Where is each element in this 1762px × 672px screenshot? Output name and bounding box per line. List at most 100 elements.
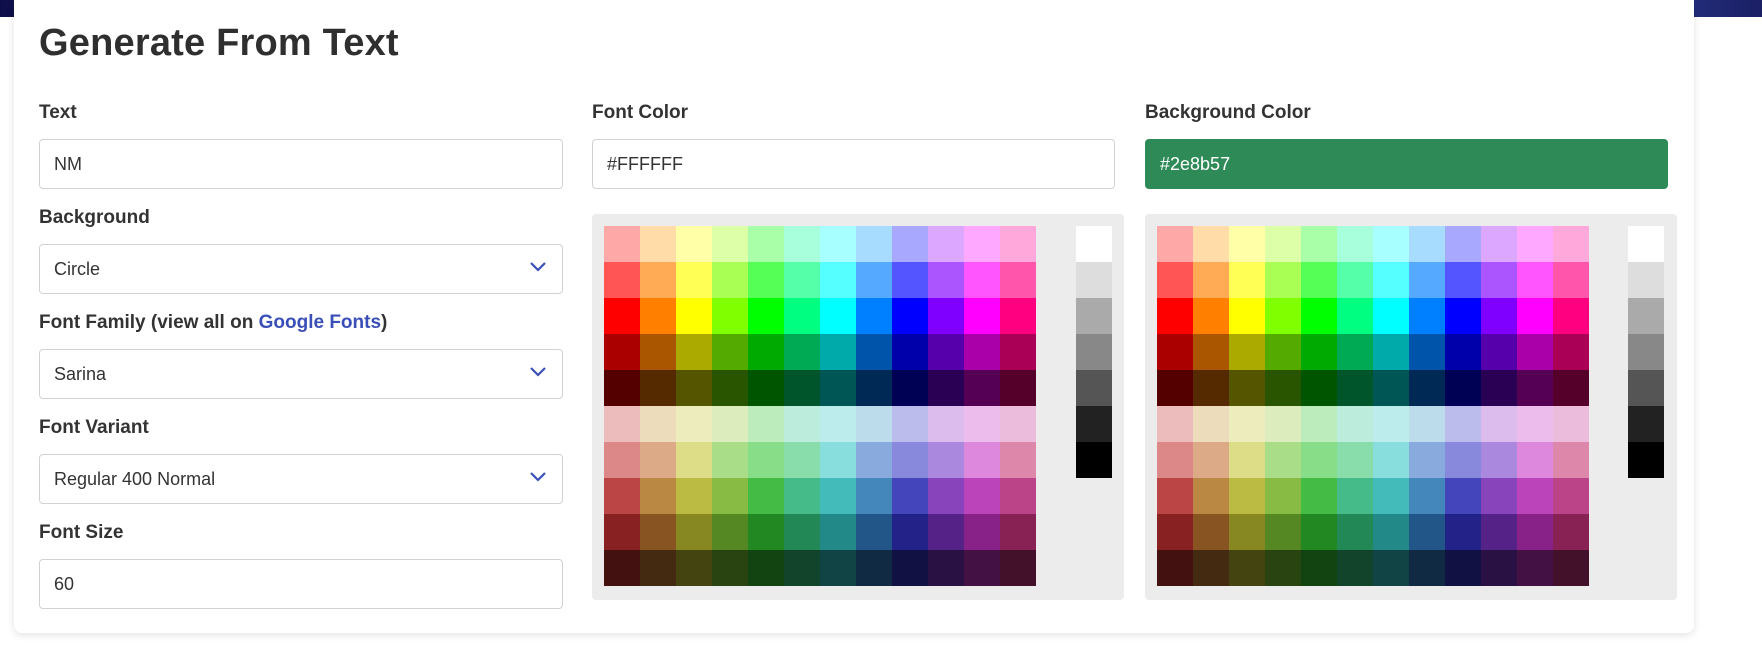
color-swatch[interactable] — [1553, 406, 1589, 442]
color-swatch[interactable] — [784, 478, 820, 514]
background-select[interactable]: Circle — [39, 244, 563, 294]
color-swatch[interactable] — [1409, 514, 1445, 550]
color-swatch[interactable] — [748, 442, 784, 478]
color-swatch[interactable] — [964, 442, 1000, 478]
color-swatch[interactable] — [928, 226, 964, 262]
color-swatch[interactable] — [892, 406, 928, 442]
color-swatch[interactable] — [640, 550, 676, 586]
color-swatch[interactable] — [1229, 442, 1265, 478]
font-size-input[interactable]: 60 — [39, 559, 563, 609]
color-swatch[interactable] — [676, 226, 712, 262]
color-swatch[interactable] — [1301, 298, 1337, 334]
color-swatch[interactable] — [712, 478, 748, 514]
color-swatch[interactable] — [784, 442, 820, 478]
grayscale-swatch[interactable] — [1076, 370, 1112, 406]
color-swatch[interactable] — [1517, 370, 1553, 406]
color-swatch[interactable] — [964, 550, 1000, 586]
color-swatch[interactable] — [856, 406, 892, 442]
color-swatch[interactable] — [604, 514, 640, 550]
color-swatch[interactable] — [1373, 550, 1409, 586]
color-swatch[interactable] — [1481, 370, 1517, 406]
color-swatch[interactable] — [676, 550, 712, 586]
color-swatch[interactable] — [892, 442, 928, 478]
color-swatch[interactable] — [676, 406, 712, 442]
color-swatch[interactable] — [1265, 298, 1301, 334]
color-swatch[interactable] — [676, 262, 712, 298]
color-swatch[interactable] — [712, 442, 748, 478]
color-swatch[interactable] — [928, 334, 964, 370]
color-swatch[interactable] — [1193, 478, 1229, 514]
color-swatch[interactable] — [1157, 478, 1193, 514]
color-swatch[interactable] — [640, 226, 676, 262]
color-swatch[interactable] — [1265, 550, 1301, 586]
color-swatch[interactable] — [748, 406, 784, 442]
color-swatch[interactable] — [856, 442, 892, 478]
color-swatch[interactable] — [640, 334, 676, 370]
color-swatch[interactable] — [1229, 226, 1265, 262]
color-swatch[interactable] — [1337, 334, 1373, 370]
color-swatch[interactable] — [1301, 478, 1337, 514]
color-swatch[interactable] — [604, 262, 640, 298]
color-swatch[interactable] — [1301, 262, 1337, 298]
color-swatch[interactable] — [1553, 370, 1589, 406]
color-swatch[interactable] — [1553, 478, 1589, 514]
color-swatch[interactable] — [820, 550, 856, 586]
color-swatch[interactable] — [676, 514, 712, 550]
color-swatch[interactable] — [892, 514, 928, 550]
color-swatch[interactable] — [820, 298, 856, 334]
color-swatch[interactable] — [1229, 550, 1265, 586]
color-swatch[interactable] — [964, 406, 1000, 442]
color-swatch[interactable] — [1373, 370, 1409, 406]
color-swatch[interactable] — [964, 298, 1000, 334]
color-swatch[interactable] — [1157, 442, 1193, 478]
color-swatch[interactable] — [1373, 442, 1409, 478]
color-swatch[interactable] — [784, 226, 820, 262]
grayscale-swatch[interactable] — [1076, 442, 1112, 478]
color-swatch[interactable] — [1301, 406, 1337, 442]
color-swatch[interactable] — [1265, 442, 1301, 478]
grayscale-swatch[interactable] — [1076, 298, 1112, 334]
color-swatch[interactable] — [856, 514, 892, 550]
color-swatch[interactable] — [1265, 478, 1301, 514]
grayscale-swatch[interactable] — [1628, 262, 1664, 298]
color-swatch[interactable] — [1229, 262, 1265, 298]
color-swatch[interactable] — [1229, 514, 1265, 550]
color-swatch[interactable] — [1000, 514, 1036, 550]
color-swatch[interactable] — [712, 406, 748, 442]
color-swatch[interactable] — [1193, 514, 1229, 550]
color-swatch[interactable] — [1193, 406, 1229, 442]
color-swatch[interactable] — [1229, 370, 1265, 406]
color-swatch[interactable] — [964, 514, 1000, 550]
color-swatch[interactable] — [1481, 262, 1517, 298]
color-swatch[interactable] — [1000, 370, 1036, 406]
color-swatch[interactable] — [1000, 442, 1036, 478]
text-input[interactable]: NM — [39, 139, 563, 189]
color-swatch[interactable] — [820, 370, 856, 406]
color-swatch[interactable] — [1373, 262, 1409, 298]
color-swatch[interactable] — [1409, 298, 1445, 334]
color-swatch[interactable] — [1373, 514, 1409, 550]
color-swatch[interactable] — [1445, 298, 1481, 334]
color-swatch[interactable] — [1553, 514, 1589, 550]
color-swatch[interactable] — [640, 514, 676, 550]
color-swatch[interactable] — [1409, 550, 1445, 586]
color-swatch[interactable] — [1481, 334, 1517, 370]
color-swatch[interactable] — [820, 406, 856, 442]
color-swatch[interactable] — [964, 262, 1000, 298]
color-swatch[interactable] — [1373, 226, 1409, 262]
color-swatch[interactable] — [1157, 514, 1193, 550]
color-swatch[interactable] — [640, 262, 676, 298]
color-swatch[interactable] — [1265, 514, 1301, 550]
color-swatch[interactable] — [1301, 334, 1337, 370]
color-swatch[interactable] — [784, 550, 820, 586]
color-swatch[interactable] — [1445, 334, 1481, 370]
grayscale-swatch[interactable] — [1076, 406, 1112, 442]
color-swatch[interactable] — [1445, 550, 1481, 586]
color-swatch[interactable] — [1157, 550, 1193, 586]
color-swatch[interactable] — [712, 370, 748, 406]
font-color-input[interactable]: #FFFFFF — [592, 139, 1115, 189]
color-swatch[interactable] — [892, 298, 928, 334]
color-swatch[interactable] — [1000, 478, 1036, 514]
grayscale-swatch[interactable] — [1628, 406, 1664, 442]
color-swatch[interactable] — [784, 262, 820, 298]
